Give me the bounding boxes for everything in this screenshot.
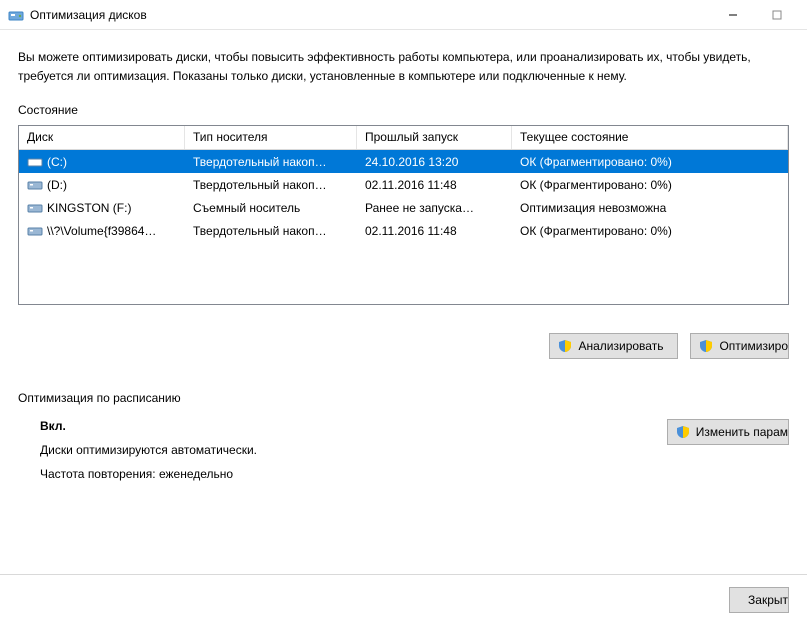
drive-icon bbox=[27, 202, 43, 214]
col-header-last[interactable]: Прошлый запуск bbox=[357, 126, 512, 149]
table-row[interactable]: (C:)Твердотельный накоп…24.10.2016 13:20… bbox=[19, 150, 788, 173]
schedule-on: Вкл. bbox=[40, 419, 257, 433]
schedule-text: Вкл. Диски оптимизируются автоматически.… bbox=[18, 419, 257, 491]
optimize-label: Оптимизиро bbox=[719, 339, 788, 353]
table-row[interactable]: KINGSTON (F:)Съемный носительРанее не за… bbox=[19, 196, 788, 219]
schedule-auto: Диски оптимизируются автоматически. bbox=[40, 443, 257, 457]
cell-disk: (C:) bbox=[19, 152, 185, 172]
change-label: Изменить парам bbox=[696, 425, 788, 439]
cell-status: Оптимизация невозможна bbox=[512, 198, 788, 218]
col-header-disk[interactable]: Диск bbox=[19, 126, 185, 149]
drives-listview[interactable]: Диск Тип носителя Прошлый запуск Текущее… bbox=[18, 125, 789, 305]
listview-header: Диск Тип носителя Прошлый запуск Текущее… bbox=[19, 126, 788, 150]
col-header-type[interactable]: Тип носителя bbox=[185, 126, 357, 149]
titlebar: Оптимизация дисков bbox=[0, 0, 807, 30]
schedule-freq: Частота повторения: еженедельно bbox=[40, 467, 257, 481]
cell-disk: (D:) bbox=[19, 175, 185, 195]
cell-type: Твердотельный накоп… bbox=[185, 221, 357, 241]
analyze-label: Анализировать bbox=[578, 339, 663, 353]
app-icon bbox=[8, 7, 24, 23]
bottom-bar: Закрыт bbox=[0, 574, 807, 625]
minimize-button[interactable] bbox=[711, 1, 755, 29]
drive-icon bbox=[27, 156, 43, 168]
cell-last: Ранее не запуска… bbox=[357, 198, 512, 218]
cell-type: Съемный носитель bbox=[185, 198, 357, 218]
intro-text: Вы можете оптимизировать диски, чтобы по… bbox=[18, 48, 789, 85]
maximize-button[interactable] bbox=[755, 1, 799, 29]
table-row[interactable]: (D:)Твердотельный накоп…02.11.2016 11:48… bbox=[19, 173, 788, 196]
schedule-caption: Оптимизация по расписанию bbox=[18, 391, 789, 405]
shield-icon bbox=[699, 339, 713, 353]
cell-status: ОК (Фрагментировано: 0%) bbox=[512, 152, 788, 172]
cell-type: Твердотельный накоп… bbox=[185, 152, 357, 172]
window-title: Оптимизация дисков bbox=[30, 8, 147, 22]
window-controls bbox=[711, 1, 799, 29]
cell-disk: \\?\Volume{f39864… bbox=[19, 221, 185, 241]
cell-last: 02.11.2016 11:48 bbox=[357, 221, 512, 241]
cell-disk: KINGSTON (F:) bbox=[19, 198, 185, 218]
change-settings-button[interactable]: Изменить парам bbox=[667, 419, 789, 445]
cell-last: 02.11.2016 11:48 bbox=[357, 175, 512, 195]
cell-type: Твердотельный накоп… bbox=[185, 175, 357, 195]
drive-icon bbox=[27, 225, 43, 237]
optimize-button[interactable]: Оптимизиро bbox=[690, 333, 789, 359]
cell-status: ОК (Фрагментировано: 0%) bbox=[512, 175, 788, 195]
state-caption: Состояние bbox=[18, 103, 789, 117]
cell-status: ОК (Фрагментировано: 0%) bbox=[512, 221, 788, 241]
close-button[interactable]: Закрыт bbox=[729, 587, 789, 613]
close-label: Закрыт bbox=[748, 593, 788, 607]
analyze-button[interactable]: Анализировать bbox=[549, 333, 678, 359]
cell-last: 24.10.2016 13:20 bbox=[357, 152, 512, 172]
shield-icon bbox=[676, 425, 690, 439]
drive-icon bbox=[27, 179, 43, 191]
table-row[interactable]: \\?\Volume{f39864…Твердотельный накоп…02… bbox=[19, 219, 788, 242]
col-header-status[interactable]: Текущее состояние bbox=[512, 126, 788, 149]
shield-icon bbox=[558, 339, 572, 353]
